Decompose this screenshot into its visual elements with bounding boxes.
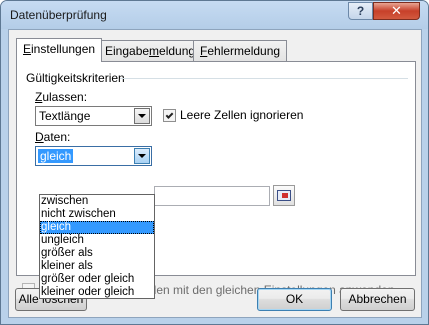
close-icon: ✕	[391, 3, 402, 18]
dropdown-option[interactable]: nicht zwischen	[40, 208, 154, 221]
value-input[interactable]	[154, 186, 270, 206]
tab-eingabemeldung[interactable]: Eingabemeldung	[98, 40, 203, 61]
dropdown-option[interactable]: gleich	[40, 221, 154, 234]
data-label-rest: aten:	[43, 130, 71, 144]
data-label: Daten:	[35, 130, 70, 144]
dropdown-option[interactable]: kleiner als	[40, 260, 154, 273]
data-select[interactable]: gleich	[35, 146, 152, 166]
tab-label-rest: instellungen	[31, 42, 96, 56]
tab-label-mnemonic: m	[149, 44, 160, 58]
dropdown-option[interactable]: ungleich	[40, 234, 154, 247]
range-selector-icon	[277, 190, 291, 201]
tab-label-prefix: Eingabe	[105, 44, 150, 58]
ignore-blank-checkbox[interactable]	[163, 109, 176, 122]
data-select-value: gleich	[38, 149, 74, 163]
dropdown-option[interactable]: kleiner oder gleich	[40, 286, 154, 299]
ok-button[interactable]: OK	[257, 288, 332, 311]
checkmark-icon	[165, 110, 174, 119]
allow-dropdown-button[interactable]	[134, 108, 150, 124]
dropdown-option[interactable]: größer oder gleich	[40, 273, 154, 286]
help-button[interactable]: ?	[348, 2, 373, 20]
title-bar[interactable]: Datenüberprüfung ? ✕	[1, 1, 428, 29]
ignore-blank-label: Leere Zellen ignorieren	[180, 108, 304, 122]
data-dropdown-list: zwischen nicht zwischen gleich ungleich …	[39, 194, 155, 299]
data-label-mnemonic: D	[35, 130, 44, 144]
cancel-button[interactable]: Abbrechen	[340, 288, 415, 311]
tab-label-mnemonic: E	[23, 42, 32, 56]
tab-fehlermeldung[interactable]: Fehlermeldung	[193, 40, 288, 61]
dropdown-option[interactable]: größer als	[40, 247, 154, 260]
window-title: Datenüberprüfung	[10, 8, 107, 22]
data-dropdown-button[interactable]	[134, 148, 150, 164]
dropdown-option[interactable]: zwischen	[40, 195, 154, 208]
group-divider	[120, 78, 408, 79]
allow-select[interactable]: Textlänge	[35, 106, 152, 126]
tab-einstellungen[interactable]: Einstellungen	[16, 38, 103, 62]
chevron-down-icon	[138, 154, 146, 158]
range-selector-button[interactable]	[273, 185, 295, 206]
allow-label-rest: ulassen:	[42, 90, 88, 104]
chevron-down-icon	[138, 114, 146, 118]
tab-label-rest: eldung	[159, 44, 196, 58]
allow-label: Zulassen:	[35, 90, 87, 104]
criteria-group-label: Gültigkeitskriterien	[26, 71, 125, 85]
close-button[interactable]: ✕	[373, 2, 420, 20]
allow-select-value: Textlänge	[39, 109, 91, 123]
tab-label-rest: ehlermeldung	[207, 44, 281, 58]
help-icon: ?	[356, 4, 365, 18]
